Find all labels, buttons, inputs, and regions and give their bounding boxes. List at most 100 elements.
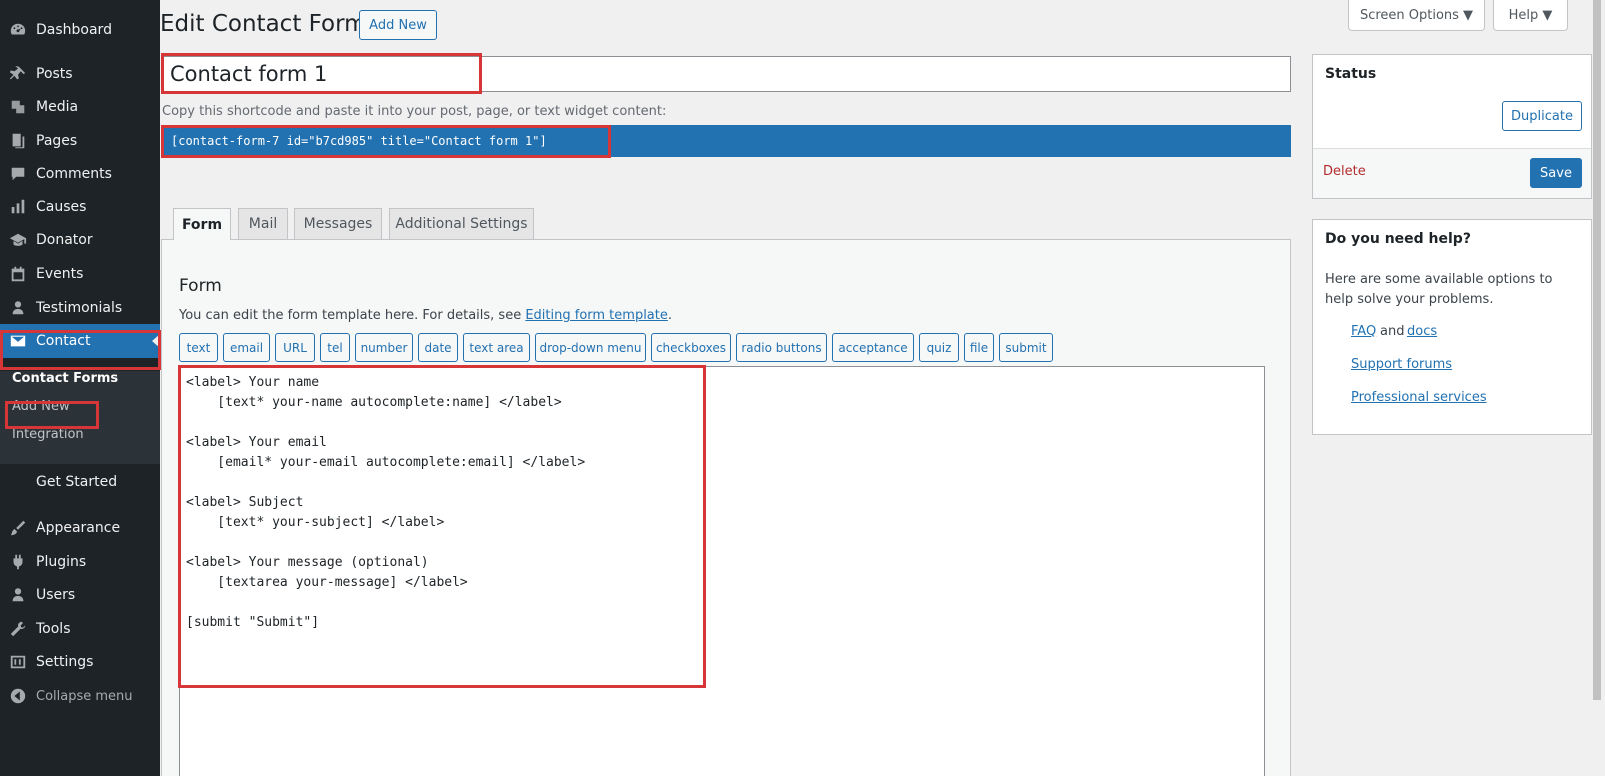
- tag-button-radio-buttons[interactable]: radio buttons: [736, 333, 827, 362]
- sidebar-item-label: Donator: [36, 232, 93, 248]
- tag-button-tel[interactable]: tel: [320, 333, 350, 362]
- sidebar-item-label: Users: [36, 587, 76, 603]
- sidebar-item-users[interactable]: Users: [0, 578, 160, 612]
- wrench-icon: [0, 620, 36, 638]
- tab-mail[interactable]: Mail: [238, 208, 288, 239]
- submenu-contact-forms[interactable]: Contact Forms: [12, 371, 118, 386]
- editing-form-template-link[interactable]: Editing form template: [525, 308, 668, 323]
- sidebar-item-label: Settings: [36, 654, 94, 670]
- sidebar-item-label: Events: [36, 266, 84, 282]
- status-box-actions: Delete Save: [1313, 148, 1591, 198]
- tag-button-text[interactable]: text: [179, 333, 218, 362]
- sidebar-item-label: Causes: [36, 199, 87, 215]
- sidebar-item-dashboard[interactable]: Dashboard: [0, 13, 160, 47]
- main-content: Edit Contact Form Add New Screen Options…: [160, 0, 1605, 776]
- form-template-editor[interactable]: <label> Your name [text* your-name autoc…: [179, 366, 1265, 776]
- form-description-text: You can edit the form template here. For…: [179, 308, 526, 323]
- envelope-icon: [0, 332, 36, 350]
- sidebar-item-label: Pages: [36, 133, 78, 149]
- tag-button-date[interactable]: date: [418, 333, 458, 362]
- admin-sidebar: Dashboard Posts Media Pages Comments Cau…: [0, 0, 160, 776]
- form-section-heading: Form: [179, 276, 222, 296]
- delete-link[interactable]: Delete: [1323, 164, 1366, 179]
- tag-button-number[interactable]: number: [355, 333, 413, 362]
- form-description-suffix: .: [667, 308, 673, 323]
- sidebar-item-testimonials[interactable]: Testimonials: [0, 291, 160, 325]
- form-title-input[interactable]: Contact form 1: [161, 56, 1291, 92]
- sidebar-item-label: Comments: [36, 166, 112, 182]
- dashboard-icon: [0, 21, 36, 39]
- pages-icon: [0, 132, 36, 150]
- sidebar-item-causes[interactable]: Causes: [0, 190, 160, 224]
- person-icon: [0, 299, 36, 317]
- sidebar-item-settings[interactable]: Settings: [0, 645, 160, 679]
- sidebar-item-get-started[interactable]: Get Started: [0, 465, 160, 499]
- submenu-integration[interactable]: Integration: [12, 427, 84, 442]
- sidebar-item-label: Posts: [36, 66, 73, 82]
- help-box-title: Do you need help?: [1325, 231, 1471, 247]
- tab-messages[interactable]: Messages: [294, 208, 382, 239]
- contact-submenu: Contact Forms Add New Integration: [0, 371, 160, 464]
- sidebar-item-label: Appearance: [36, 520, 121, 536]
- sidebar-item-tools[interactable]: Tools: [0, 612, 160, 646]
- help-and-text: and: [1380, 324, 1405, 339]
- screen-options-button[interactable]: Screen Options ▼: [1348, 0, 1485, 31]
- tag-button-url[interactable]: URL: [275, 333, 315, 362]
- users-icon: [0, 586, 36, 604]
- duplicate-button[interactable]: Duplicate: [1502, 101, 1582, 131]
- bar-chart-icon: [0, 198, 36, 216]
- docs-link[interactable]: docs: [1407, 324, 1437, 339]
- tag-button-drop-down-menu[interactable]: drop-down menu: [535, 333, 646, 362]
- help-box-text: Here are some available options to help …: [1325, 272, 1553, 307]
- tag-button-submit[interactable]: submit: [999, 333, 1053, 362]
- graduation-cap-icon: [0, 231, 36, 249]
- tag-button-file[interactable]: file: [964, 333, 994, 362]
- save-button[interactable]: Save: [1530, 158, 1582, 188]
- status-box: Status Duplicate Delete Save: [1312, 54, 1592, 199]
- shortcode-hint: Copy this shortcode and paste it into yo…: [162, 104, 667, 119]
- collapse-icon: [0, 687, 36, 705]
- sidebar-item-plugins[interactable]: Plugins: [0, 545, 160, 579]
- tag-button-text-area[interactable]: text area: [463, 333, 530, 362]
- submenu-add-new[interactable]: Add New: [12, 399, 70, 414]
- media-icon: [0, 98, 36, 116]
- faq-link[interactable]: FAQ: [1351, 324, 1376, 339]
- settings-icon: [0, 653, 36, 671]
- sidebar-item-posts[interactable]: Posts: [0, 57, 160, 91]
- tag-button-email[interactable]: email: [223, 333, 270, 362]
- support-forums-link[interactable]: Support forums: [1351, 357, 1452, 372]
- help-box: Do you need help? Here are some availabl…: [1312, 219, 1592, 435]
- collapse-menu-button[interactable]: Collapse menu: [0, 679, 160, 713]
- sidebar-item-pages[interactable]: Pages: [0, 124, 160, 158]
- sidebar-item-comments[interactable]: Comments: [0, 157, 160, 191]
- tab-additional-settings[interactable]: Additional Settings: [389, 208, 534, 239]
- add-new-button[interactable]: Add New: [359, 10, 437, 40]
- sidebar-item-events[interactable]: Events: [0, 257, 160, 291]
- form-description: You can edit the form template here. For…: [179, 308, 672, 323]
- sidebar-item-contact[interactable]: Contact: [0, 324, 160, 358]
- calendar-icon: [0, 265, 36, 283]
- tag-button-quiz[interactable]: quiz: [919, 333, 959, 362]
- help-button[interactable]: Help ▼: [1493, 0, 1568, 31]
- sidebar-item-donator[interactable]: Donator: [0, 223, 160, 257]
- sidebar-item-label: Tools: [36, 621, 71, 637]
- sidebar-item-label: Contact: [36, 333, 91, 349]
- sidebar-item-label: Get Started: [36, 474, 118, 490]
- sidebar-item-label: Testimonials: [36, 300, 123, 316]
- comment-icon: [0, 165, 36, 183]
- sidebar-item-media[interactable]: Media: [0, 90, 160, 124]
- tag-button-acceptance[interactable]: acceptance: [832, 333, 914, 362]
- shortcode-field[interactable]: [contact-form-7 id="b7cd985" title="Cont…: [161, 125, 1291, 157]
- plugin-icon: [0, 553, 36, 571]
- tag-button-checkboxes[interactable]: checkboxes: [651, 333, 731, 362]
- tab-form[interactable]: Form: [173, 208, 231, 240]
- professional-services-link[interactable]: Professional services: [1351, 390, 1487, 405]
- paintbrush-icon: [0, 519, 36, 537]
- sidebar-item-label: Plugins: [36, 554, 87, 570]
- sidebar-item-label: Collapse menu: [36, 688, 133, 704]
- pin-icon: [0, 65, 36, 83]
- page-title: Edit Contact Form: [160, 11, 367, 37]
- sidebar-item-appearance[interactable]: Appearance: [0, 511, 160, 545]
- sidebar-item-label: Dashboard: [36, 22, 112, 38]
- page-scrollbar[interactable]: [1593, 0, 1601, 700]
